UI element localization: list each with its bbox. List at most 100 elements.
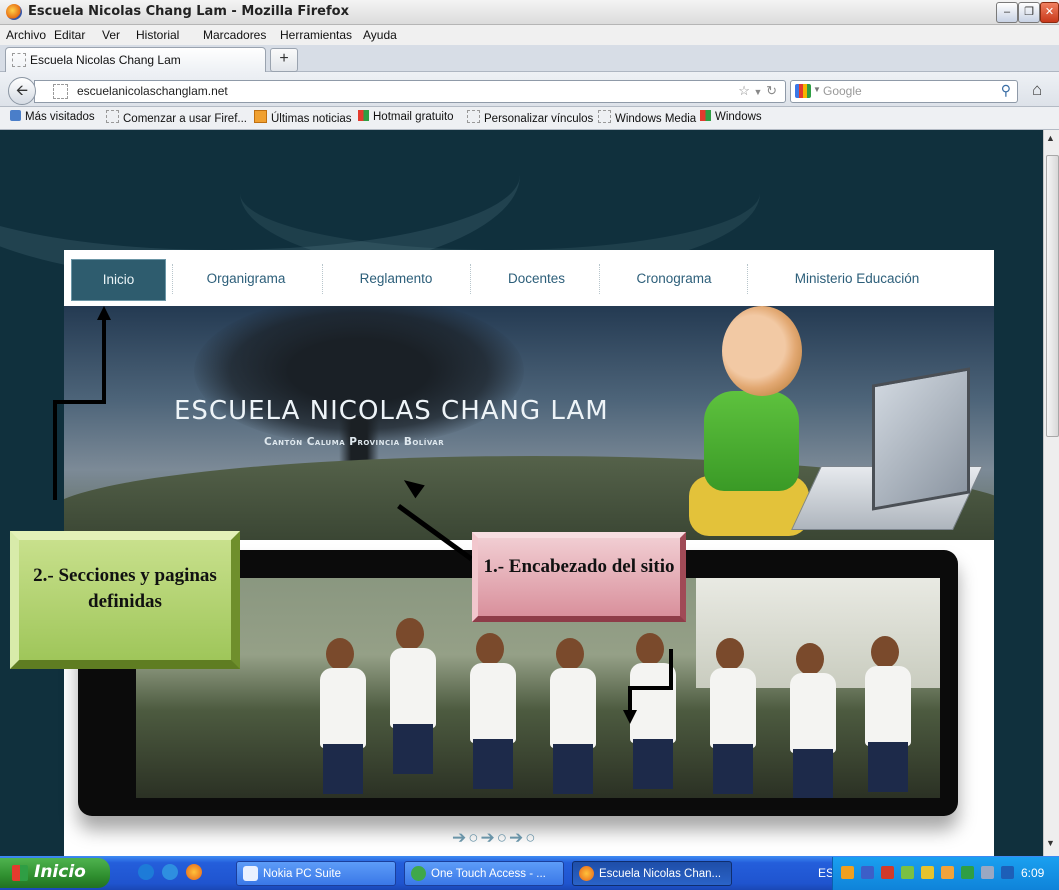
most-visited-icon (10, 110, 21, 121)
student-figure (470, 663, 516, 743)
search-icon[interactable]: ⚲ (1001, 82, 1011, 99)
menu-ver[interactable]: Ver (102, 28, 120, 42)
taskbar-nokia-pc-suite[interactable]: Nokia PC Suite (236, 861, 396, 886)
bookmark-ultimas-noticias[interactable]: Últimas noticias (254, 110, 352, 125)
site-subtitle: Cantón Caluma Provincia Bolívar (264, 436, 445, 448)
student-figure (550, 668, 596, 748)
window-titlebar: Escuela Nicolas Chang Lam - Mozilla Fire… (0, 0, 1059, 25)
annotation-header: 1.- Encabezado del sitio (472, 532, 686, 622)
nav-reglamento[interactable]: Reglamento (326, 259, 466, 299)
child-illustration (704, 391, 799, 491)
bookmark-hotmail[interactable]: Hotmail gratuito (358, 110, 454, 123)
windows-logo-icon (358, 110, 369, 121)
nav-separator (747, 264, 749, 294)
nav-organigrama[interactable]: Organigrama (176, 259, 316, 299)
one-touch-icon (411, 866, 426, 881)
student-figure (473, 739, 513, 789)
tray-icon[interactable] (841, 866, 854, 879)
tray-icon[interactable] (981, 866, 994, 879)
ie-quicklaunch-icon[interactable] (138, 864, 154, 880)
scroll-up-icon[interactable]: ▲ (1046, 133, 1055, 143)
menu-ayuda[interactable]: Ayuda (363, 28, 397, 42)
arrow-up-icon (97, 306, 111, 320)
search-bar[interactable]: ▼ Google ⚲ (790, 80, 1018, 103)
tray-icon[interactable] (901, 866, 914, 879)
menu-editar[interactable]: Editar (54, 28, 85, 42)
tray-icon[interactable] (1001, 866, 1014, 879)
bookmark-page-icon (106, 110, 119, 123)
new-tab-button[interactable]: + (270, 48, 298, 72)
site-header-banner: ESCUELA NICOLAS CHANG LAM Cantón Caluma … (64, 306, 994, 540)
google-logo-icon (795, 84, 811, 98)
annotation-sections: 2.- Secciones y paginas definidas (10, 531, 240, 669)
ie-alt-quicklaunch-icon[interactable] (162, 864, 178, 880)
taskbar-escuela-firefox[interactable]: Escuela Nicolas Chan... (572, 861, 732, 886)
history-dropdown-icon[interactable]: ▼ (754, 87, 763, 97)
home-icon[interactable]: ⌂ (1032, 80, 1042, 100)
nokia-icon (243, 866, 258, 881)
menu-herramientas[interactable]: Herramientas (280, 28, 352, 42)
back-button[interactable]: 🡨 (8, 77, 36, 105)
nav-cronograma[interactable]: Cronograma (604, 259, 744, 299)
annotation-line (628, 686, 632, 712)
reload-icon[interactable]: ↻ (766, 83, 777, 98)
student-figure (790, 673, 836, 753)
slider-indicator[interactable]: ➔○➔○➔○ (452, 828, 538, 848)
nav-separator (599, 264, 601, 294)
student-figure (713, 744, 753, 794)
bookmark-mas-visitados[interactable]: Más visitados (10, 110, 95, 123)
window-title: Escuela Nicolas Chang Lam - Mozilla Fire… (28, 4, 349, 19)
page-favicon-icon (12, 53, 26, 67)
taskbar-one-touch-access[interactable]: One Touch Access - ... (404, 861, 564, 886)
tab-label: Escuela Nicolas Chang Lam (30, 53, 181, 67)
nav-inicio[interactable]: Inicio (71, 259, 166, 301)
scroll-down-icon[interactable]: ▼ (1046, 838, 1055, 848)
child-illustration (722, 306, 802, 396)
nav-separator (322, 264, 324, 294)
student-figure (556, 638, 584, 670)
student-figure (390, 648, 436, 728)
tray-icon[interactable] (961, 866, 974, 879)
tray-icon[interactable] (921, 866, 934, 879)
taskbar-clock: 6:09 (1021, 866, 1045, 880)
restore-button[interactable]: ❐ (1018, 2, 1040, 23)
menu-marcadores[interactable]: Marcadores (203, 28, 266, 42)
start-button[interactable]: Inicio (0, 858, 110, 888)
search-engine-dropdown-icon[interactable]: ▼ (813, 85, 821, 94)
student-figure (868, 742, 908, 792)
close-button[interactable]: ✕ (1040, 2, 1059, 23)
windows-flag-icon (12, 865, 28, 881)
menu-archivo[interactable]: Archivo (6, 28, 46, 42)
firefox-quicklaunch-icon[interactable] (186, 864, 202, 880)
bookmark-windows-media[interactable]: Windows Media (598, 110, 696, 125)
back-arrow-icon: 🡨 (15, 82, 29, 99)
bookmark-comenzar[interactable]: Comenzar a usar Firef... (106, 110, 247, 125)
rss-icon (254, 110, 267, 123)
scrollbar-thumb[interactable] (1046, 155, 1059, 437)
vertical-scrollbar[interactable]: ▲ ▼ (1043, 130, 1059, 856)
nav-ministerio-educacion[interactable]: Ministerio Educación (752, 259, 962, 299)
bookmark-personalizar[interactable]: Personalizar vínculos (467, 110, 593, 125)
menu-historial[interactable]: Historial (136, 28, 179, 42)
tray-icon[interactable] (881, 866, 894, 879)
annotation-line (53, 400, 106, 404)
site-navigation: Inicio Organigrama Reglamento Docentes C… (64, 250, 994, 305)
minimize-button[interactable]: – (996, 2, 1018, 23)
nav-docentes[interactable]: Docentes (474, 259, 599, 299)
student-figure (393, 724, 433, 774)
tray-icon[interactable] (861, 866, 874, 879)
annotation-line (53, 400, 57, 500)
windows-logo-icon (700, 110, 711, 121)
url-bar[interactable]: escuelanicolaschanglam.net ☆ ▼ ↻ (34, 80, 786, 103)
site-title: ESCUELA NICOLAS CHANG LAM (174, 396, 609, 426)
bookmark-windows[interactable]: Windows (700, 110, 762, 123)
student-figure (323, 744, 363, 794)
star-icon[interactable]: ☆ (738, 83, 750, 98)
search-placeholder: Google (823, 84, 862, 98)
student-figure (326, 638, 354, 670)
tab-escuela[interactable]: Escuela Nicolas Chang Lam (5, 47, 266, 72)
bookmark-page-icon (467, 110, 480, 123)
tray-icon[interactable] (941, 866, 954, 879)
firefox-icon (6, 4, 22, 20)
student-figure (396, 618, 424, 650)
